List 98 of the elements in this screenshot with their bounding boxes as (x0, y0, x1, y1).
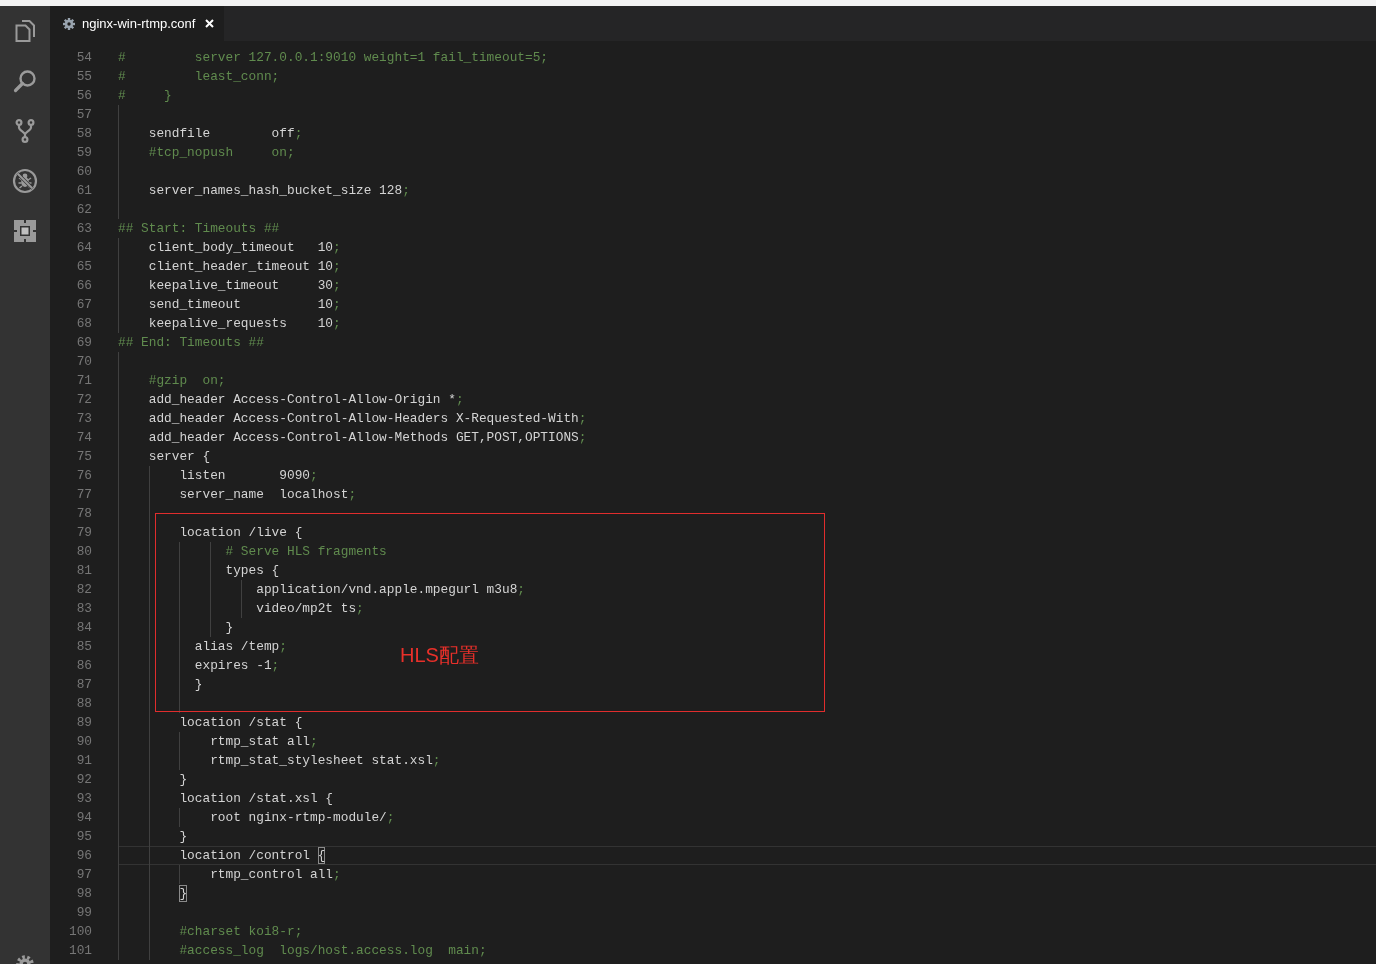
code-comment: #gzip on; (148, 372, 226, 388)
code-line: } (194, 676, 203, 692)
line-number: 99 (76, 903, 92, 922)
line-number: 60 (76, 162, 92, 181)
code-comment: # } (118, 87, 172, 103)
line-number: 71 (76, 371, 92, 390)
line-number: 92 (76, 770, 92, 789)
code-line: } (179, 771, 188, 787)
line-number: 59 (76, 143, 92, 162)
line-number: 55 (76, 67, 92, 86)
line-number: 67 (76, 295, 92, 314)
code-line: rtmp_stat_stylesheet stat.xsl; (210, 752, 441, 768)
code-line: server_name localhost; (179, 486, 357, 502)
line-number: 87 (76, 675, 92, 694)
code-line: location /stat { (179, 714, 303, 730)
line-number: 84 (76, 618, 92, 637)
code-line: location /stat.xsl { (179, 790, 334, 806)
line-number: 64 (76, 238, 92, 257)
close-button[interactable] (203, 17, 216, 30)
line-number: 69 (76, 333, 92, 352)
matching-bracket: } (179, 884, 188, 902)
annotation-label: HLS配置 (400, 643, 479, 667)
line-number: 83 (76, 599, 92, 618)
code-comment: # least_conn; (118, 68, 280, 84)
line-number: 77 (76, 485, 92, 504)
line-number: 68 (76, 314, 92, 333)
code-line: types { (225, 562, 280, 578)
line-number: 75 (76, 447, 92, 466)
line-number: 72 (76, 390, 92, 409)
line-number: 98 (76, 884, 92, 903)
code-line: server_names_hash_bucket_size 128; (148, 182, 410, 198)
line-number: 70 (76, 352, 92, 371)
code-comment: #access_log logs/host.access.log main; (179, 942, 487, 958)
code-line: listen 9090; (179, 467, 318, 483)
code-comment: #charset koi8-r; (179, 923, 303, 939)
line-number: 94 (76, 808, 92, 827)
line-number: 74 (76, 428, 92, 447)
code-line: } (179, 828, 188, 844)
line-number: 76 (76, 466, 92, 485)
code-comment: # Serve HLS fragments (225, 543, 387, 559)
line-number: 80 (76, 542, 92, 561)
line-number: 101 (68, 941, 92, 960)
code-line: video/mp2t ts; (256, 600, 364, 616)
code-line: client_body_timeout 10; (148, 239, 341, 255)
code-line: add_header Access-Control-Allow-Origin *; (148, 391, 464, 407)
code-comment: ## Start: Timeouts ## (118, 220, 280, 236)
code-comment: #tcp_nopush on; (148, 144, 295, 160)
line-number: 82 (76, 580, 92, 599)
code-comment: ## End: Timeouts ## (118, 334, 264, 350)
line-number: 57 (76, 105, 92, 124)
code-line: send_timeout 10; (148, 296, 341, 312)
line-number: 93 (76, 789, 92, 808)
line-number: 62 (76, 200, 92, 219)
bug-icon[interactable] (12, 168, 38, 194)
editor-tab[interactable]: nginx-win-rtmp.conf (50, 6, 225, 41)
code-line: keepalive_timeout 30; (148, 277, 341, 293)
line-number: 65 (76, 257, 92, 276)
line-number: 97 (76, 865, 92, 884)
line-number: 66 (76, 276, 92, 295)
line-number: 85 (76, 637, 92, 656)
code-line: location /live { (179, 524, 303, 540)
search-icon[interactable] (12, 68, 38, 94)
line-number: 78 (76, 504, 92, 523)
gear-icon (63, 17, 75, 30)
code-line: expires -1; (194, 657, 280, 673)
line-number: 100 (68, 922, 92, 941)
code-line: add_header Access-Control-Allow-Headers X-Requested-With; (148, 410, 587, 426)
code-line: add_header Access-Control-Allow-Methods GET,POST,OPTIONS; (148, 429, 587, 445)
line-number: 73 (76, 409, 92, 428)
code-comment: # server 127.0.0.1:9010 weight=1 fail_timeout=5; (118, 49, 549, 65)
code-line: rtmp_stat all; (210, 733, 318, 749)
line-number: 88 (76, 694, 92, 713)
line-number: 86 (76, 656, 92, 675)
extensions-icon[interactable] (12, 218, 38, 244)
line-number: 61 (76, 181, 92, 200)
code-line: } (225, 619, 234, 635)
close-icon (204, 19, 214, 28)
line-number: 89 (76, 713, 92, 732)
line-number: 95 (76, 827, 92, 846)
line-number: 58 (76, 124, 92, 143)
line-number: 79 (76, 523, 92, 542)
settings-icon[interactable] (15, 953, 35, 964)
line-number: 91 (76, 751, 92, 770)
line-number: 63 (76, 219, 92, 238)
code-line: application/vnd.apple.mpegurl m3u8; (256, 581, 526, 597)
code-line: keepalive_requests 10; (148, 315, 341, 331)
line-number: 81 (76, 561, 92, 580)
code-line: location /control (179, 847, 311, 863)
code-line: alias /temp; (194, 638, 287, 654)
line-number: 56 (76, 86, 92, 105)
code-line: rtmp_control all; (210, 866, 341, 882)
line-number: 54 (76, 48, 92, 67)
code-line: root nginx-rtmp-module/; (210, 809, 395, 825)
code-line: client_header_timeout 10; (148, 258, 341, 274)
code-line: sendfile off; (148, 125, 303, 141)
line-number: 96 (76, 846, 92, 865)
code-line: server { (148, 448, 211, 464)
line-number: 90 (76, 732, 92, 751)
